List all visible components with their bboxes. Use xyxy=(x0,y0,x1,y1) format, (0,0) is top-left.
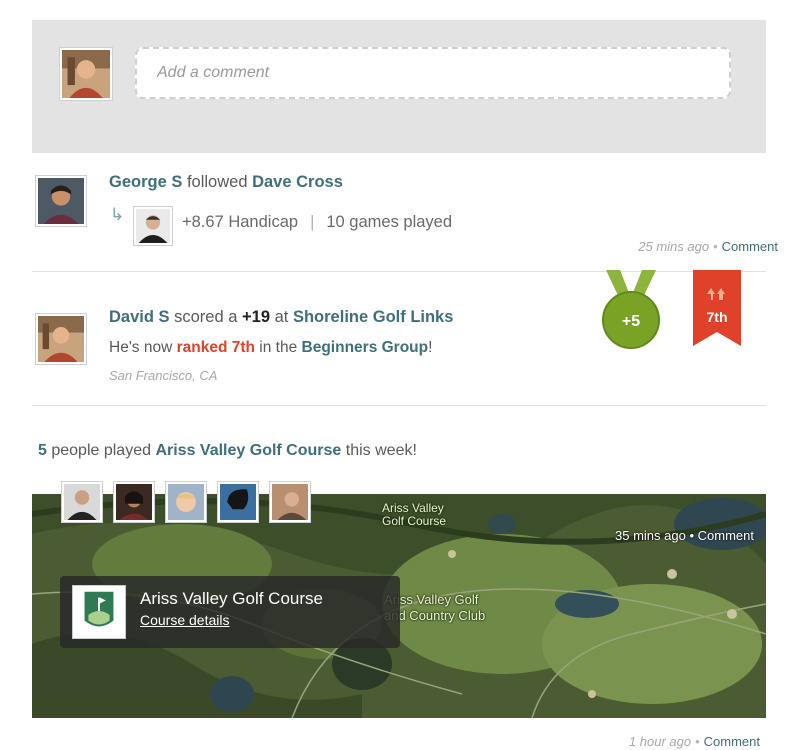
detail-separator: | xyxy=(310,213,315,231)
timestamp: 35 mins ago xyxy=(615,528,686,543)
rank-prefix: He's now xyxy=(109,339,173,356)
comment-link[interactable]: Comment xyxy=(704,734,760,749)
item-meta: 1 hour ago • Comment xyxy=(629,734,760,749)
reply-arrow-icon: ↳ xyxy=(110,205,125,224)
medal-badge: +5 xyxy=(600,270,662,352)
verb-text: followed xyxy=(186,173,248,191)
course-link[interactable]: Ariss Valley Golf Course xyxy=(155,442,341,459)
handicap-text: +8.67 Handicap xyxy=(182,213,299,231)
comment-link[interactable]: Comment xyxy=(722,239,778,254)
games-played-text: 10 games played xyxy=(326,213,453,231)
meta-dot: • xyxy=(695,734,700,749)
player-avatar[interactable] xyxy=(270,482,310,522)
course-details-link[interactable]: Course details xyxy=(140,612,230,628)
comment-input[interactable] xyxy=(135,47,731,99)
comment-link[interactable]: Comment xyxy=(698,528,754,543)
course-card[interactable]: Ariss Valley Golf Course Course details xyxy=(60,576,400,648)
george-avatar[interactable] xyxy=(36,176,86,226)
medal-label: +5 xyxy=(622,313,640,330)
played-course-line: 5 people played Ariss Valley Golf Course… xyxy=(38,442,417,460)
location-text: San Francisco, CA xyxy=(109,368,218,383)
player-avatar[interactable] xyxy=(166,482,206,522)
course-card-title: Ariss Valley Golf Course xyxy=(140,589,323,608)
map-label-course: Ariss Valley Golf Course xyxy=(382,502,446,528)
rank-line: He's now ranked 7th in the Beginners Gro… xyxy=(109,339,432,357)
current-user-avatar xyxy=(60,48,112,100)
player-avatar[interactable] xyxy=(114,482,154,522)
group-link[interactable]: Beginners Group xyxy=(302,339,429,356)
suffix-text: this week! xyxy=(345,442,417,459)
target-link[interactable]: Dave Cross xyxy=(252,173,343,191)
comment-composer xyxy=(32,20,766,153)
rank-ribbon-badge: 7th xyxy=(693,270,741,346)
people-count[interactable]: 5 xyxy=(38,442,47,459)
verb-text: scored a xyxy=(174,308,238,326)
rank-mid: in the xyxy=(259,339,298,356)
dave-avatar[interactable] xyxy=(134,207,172,245)
rank-text: ranked 7th xyxy=(176,339,255,356)
course-logo-icon xyxy=(72,585,126,639)
meta-dot: • xyxy=(713,239,718,254)
score-activity-line: David S scored a +19 at Shoreline Golf L… xyxy=(109,308,453,327)
follow-detail: +8.67 Handicap | 10 games played xyxy=(182,213,452,232)
item-meta: 25 mins ago • Comment xyxy=(638,239,778,254)
score-value: +19 xyxy=(242,308,271,326)
map-label-line: Golf Course xyxy=(382,514,447,528)
course-link[interactable]: Shoreline Golf Links xyxy=(293,308,453,326)
player-avatar[interactable] xyxy=(218,482,258,522)
follow-activity-line: George S followed Dave Cross xyxy=(109,173,343,192)
prep-text: at xyxy=(274,308,289,326)
meta-dot: • xyxy=(689,528,695,543)
played-text: people played xyxy=(51,442,151,459)
rank-suffix: ! xyxy=(428,339,433,356)
timestamp: 25 mins ago xyxy=(638,239,710,254)
feed-divider xyxy=(32,405,766,406)
actor-link[interactable]: David S xyxy=(109,308,170,326)
rank-badge-label: 7th xyxy=(707,309,728,325)
actor-link[interactable]: George S xyxy=(109,173,182,191)
course-map[interactable]: Ariss Valley Golf Course Ariss Valley Go… xyxy=(32,494,766,718)
player-avatar[interactable] xyxy=(62,482,102,522)
david-avatar[interactable] xyxy=(36,314,86,364)
map-meta: 35 mins ago • Comment xyxy=(615,528,754,543)
timestamp: 1 hour ago xyxy=(628,734,692,749)
